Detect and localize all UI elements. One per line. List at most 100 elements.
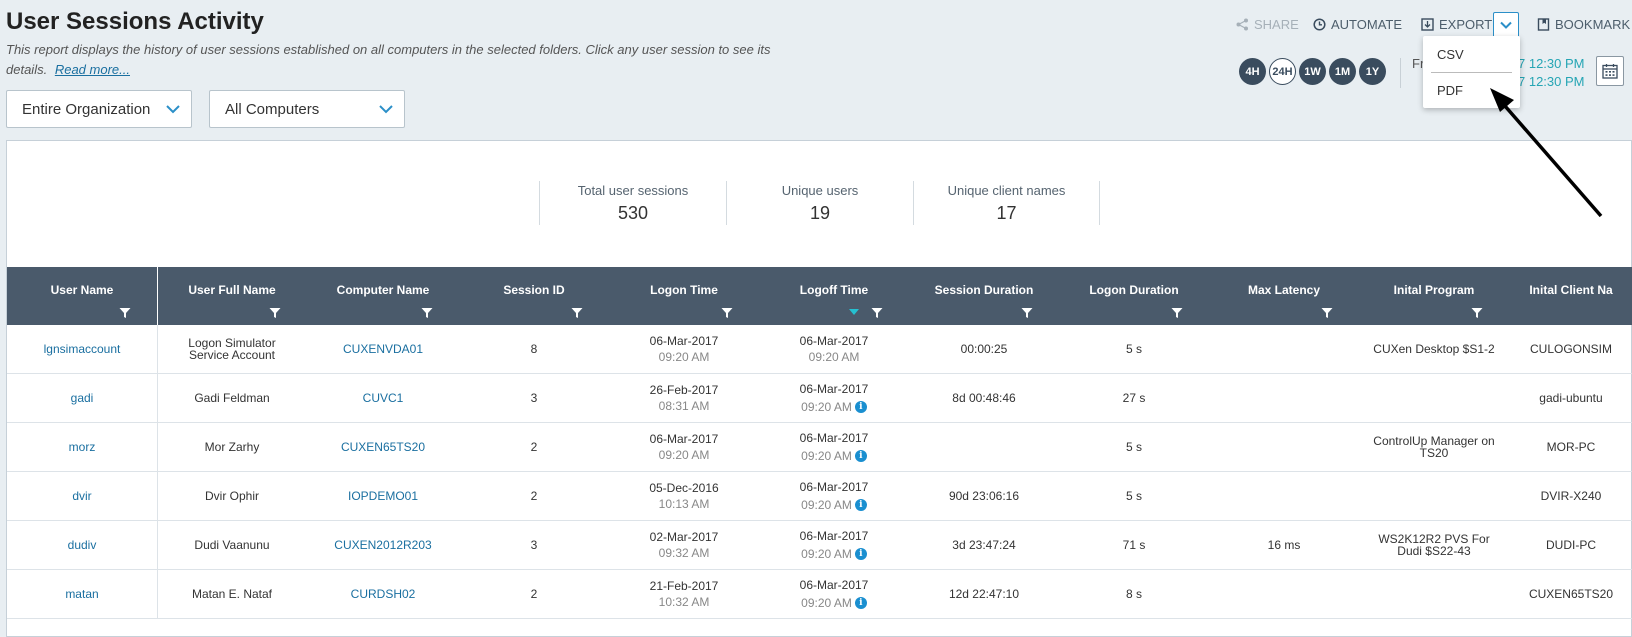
cell-user-name[interactable]: morz (7, 423, 157, 471)
stat-label: Unique client names (947, 183, 1066, 198)
range-4h[interactable]: 4H (1239, 58, 1266, 85)
filter-icon[interactable] (269, 307, 281, 319)
cell-value: 2 (530, 489, 538, 503)
table-row[interactable]: dvir Dvir Ophir IOPDEMO01 2 05-Dec-2016 10:13… (7, 472, 1632, 521)
column-header-initial-program[interactable]: Inital Program (1359, 267, 1509, 325)
cell-value: CUXen Desktop $S1-2 (1373, 342, 1495, 356)
cell-time: 10:13 AM (659, 498, 710, 510)
share-icon (1236, 18, 1248, 31)
cell-value: 8 (530, 342, 538, 356)
cell-logon-time: 05-Dec-2016 10:13 AM (609, 472, 759, 520)
share-button[interactable]: SHARE (1236, 17, 1299, 32)
cell-user-name[interactable]: gadi (7, 374, 157, 422)
filter-icon[interactable] (1021, 307, 1033, 319)
scope-select-value: Entire Organization (22, 101, 151, 118)
cell-value: 3d 23:47:24 (952, 538, 1016, 552)
cell-value: gadi (70, 391, 94, 405)
calendar-button[interactable] (1596, 56, 1624, 86)
column-header-logon-duration[interactable]: Logon Duration (1059, 267, 1209, 325)
export-csv[interactable]: CSV (1437, 47, 1464, 62)
info-icon[interactable]: i (854, 548, 867, 560)
export-button[interactable]: EXPORT (1421, 17, 1492, 32)
cell-user-name[interactable]: matan (7, 570, 157, 618)
cell-computer-name[interactable]: CUXEN2012R203 (307, 521, 459, 569)
export-pdf[interactable]: PDF (1437, 83, 1463, 98)
date-range-to[interactable]: 7 12:30 PM (1518, 74, 1585, 89)
computers-select-value: All Computers (225, 101, 320, 118)
column-header-session-duration[interactable]: Session Duration (909, 267, 1059, 325)
table-row[interactable]: gadi Gadi Feldman CUVC1 3 26-Feb-2017 08:31 A… (7, 374, 1632, 423)
cell-computer-name[interactable]: CUXENVDA01 (307, 325, 459, 373)
table-row[interactable]: lgnsimaccount Logon Simulator Service Acc… (7, 325, 1632, 374)
table-row[interactable]: morz Mor Zarhy CUXEN65TS20 2 06-Mar-2017 09:2… (7, 423, 1632, 472)
filter-icon[interactable] (1471, 307, 1483, 319)
column-header-user-full-name[interactable]: User Full Name (157, 267, 307, 325)
filter-icon[interactable] (1321, 307, 1333, 319)
filter-icon[interactable] (421, 307, 433, 319)
range-1y[interactable]: 1Y (1359, 58, 1386, 85)
column-header-session-id[interactable]: Session ID (459, 267, 609, 325)
cell-value: 06-Mar-2017 (799, 529, 869, 543)
column-header-logoff-time[interactable]: Logoff Time (759, 267, 909, 325)
cell-computer-name[interactable]: IOPDEMO01 (307, 472, 459, 520)
computers-select[interactable]: All Computers (209, 90, 405, 128)
export-dropdown-button[interactable] (1493, 12, 1519, 38)
column-header-user-name[interactable]: User Name (7, 267, 157, 325)
column-header-label: Computer Name (336, 283, 430, 297)
info-icon[interactable]: i (854, 401, 867, 413)
cell-session-id: 2 (459, 423, 609, 471)
scope-select[interactable]: Entire Organization (6, 90, 192, 128)
filter-icon[interactable] (571, 307, 583, 319)
cell-initial-program (1359, 374, 1509, 422)
range-1w[interactable]: 1W (1299, 58, 1326, 85)
column-header-logon-time[interactable]: Logon Time (609, 267, 759, 325)
range-24h[interactable]: 24H (1269, 58, 1296, 85)
cell-logon-duration: 5 s (1059, 423, 1209, 471)
column-header-initial-client-name[interactable]: Inital Client Na (1509, 267, 1632, 325)
cell-computer-name[interactable]: CUXEN65TS20 (307, 423, 459, 471)
info-icon[interactable]: i (854, 597, 867, 609)
filter-icon[interactable] (721, 307, 733, 319)
cell-value: 5 s (1125, 489, 1142, 503)
cell-value: CUXEN65TS20 (1528, 587, 1614, 601)
row-divider (157, 325, 158, 374)
cell-logon-time: 02-Mar-2017 09:32 AM (609, 521, 759, 569)
cell-computer-name[interactable]: CUVC1 (307, 374, 459, 422)
table-header: User Name User Full Name Computer Name Sess… (7, 267, 1632, 325)
column-header-max-latency[interactable]: Max Latency (1209, 267, 1359, 325)
date-range-from[interactable]: 7 12:30 PM (1518, 56, 1585, 71)
bookmark-button[interactable]: BOOKMARK (1537, 17, 1630, 32)
stat-total-sessions: Total user sessions 530 (539, 181, 726, 225)
cell-logon-time: 06-Mar-2017 09:20 AM (609, 325, 759, 373)
cell-value: 26-Feb-2017 (649, 383, 719, 397)
cell-user-name[interactable]: dudiv (7, 521, 157, 569)
cell-max-latency (1209, 325, 1359, 373)
cell-value: Logon Simulator Service Account (188, 336, 276, 362)
download-icon (1421, 18, 1434, 31)
cell-time: 09:20 AM (809, 351, 860, 363)
cell-logon-duration: 71 s (1059, 521, 1209, 569)
filter-icon[interactable] (1171, 307, 1183, 319)
cell-value: 5 s (1125, 440, 1142, 454)
cell-user-name[interactable]: dvir (7, 472, 157, 520)
filter-icon[interactable] (871, 307, 883, 319)
read-more-link[interactable]: Read more... (55, 62, 130, 77)
filter-icon[interactable] (119, 307, 131, 319)
cell-value: 8 s (1125, 587, 1142, 601)
column-header-computer-name[interactable]: Computer Name (307, 267, 459, 325)
cell-max-latency: 16 ms (1209, 521, 1359, 569)
info-icon[interactable]: i (854, 450, 867, 462)
automate-button[interactable]: AUTOMATE (1313, 17, 1402, 32)
column-header-label: Session ID (503, 283, 565, 297)
cell-value: Dvir Ophir (204, 489, 259, 503)
info-icon[interactable]: i (854, 499, 867, 511)
cell-user-full-name: Dudi Vaanunu (157, 521, 307, 569)
cell-value: 00:00:25 (960, 342, 1008, 356)
table-row[interactable]: matan Matan E. Nataf CURDSH02 2 21-Feb-2017 1… (7, 570, 1632, 619)
range-1m[interactable]: 1M (1329, 58, 1356, 85)
cell-user-name[interactable]: lgnsimaccount (7, 325, 157, 373)
cell-value: CUXENVDA01 (342, 342, 424, 356)
table-row[interactable]: dudiv Dudi Vaanunu CUXEN2012R203 3 02-Mar-20… (7, 521, 1632, 570)
stat-label: Unique users (781, 183, 859, 198)
cell-computer-name[interactable]: CURDSH02 (307, 570, 459, 618)
